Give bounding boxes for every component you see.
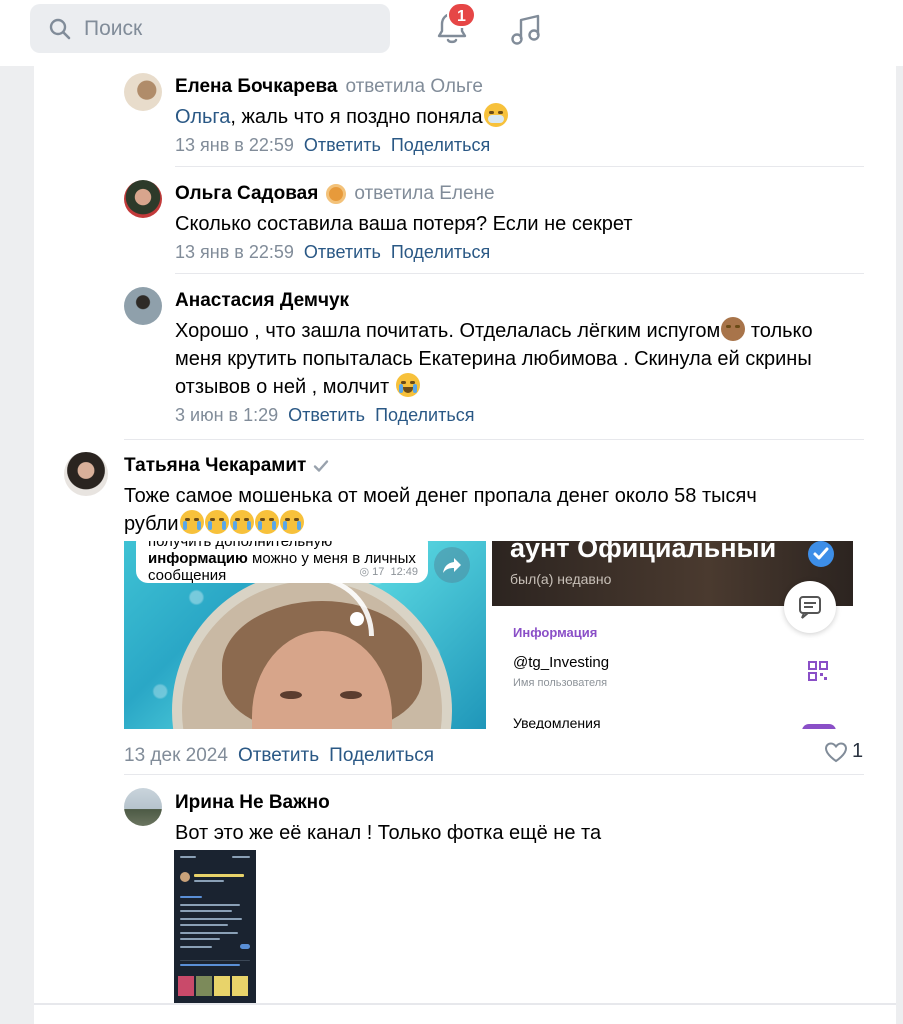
share-button[interactable]: Поделиться [391,135,490,155]
comment: Татьяна Чекарамит Тоже самое мошенька от… [124,455,757,538]
comment-date[interactable]: 13 янв в 22:59 [175,242,294,262]
comment: Анастасия Демчук Хорошо , что зашла почи… [175,290,813,426]
comment-text-line: Тоже самое мошенька от моей денег пропал… [124,485,757,507]
avatar[interactable] [124,788,162,826]
comment-text: Сколько составила ваша потеря? Если не с… [175,213,633,235]
reply-to[interactable]: ответила Елене [354,183,494,205]
comment-text-line: только [745,320,813,342]
pretzel-icon [326,184,347,204]
notifications-toggle [802,724,836,729]
username: @tg_Investing [513,654,610,671]
comment-author[interactable]: Ольга Садовая [175,183,318,205]
notifications-label: Уведомления [513,715,601,729]
reply-to[interactable]: ответила Ольге [345,76,483,98]
top-bar: Поиск 1 [0,0,903,66]
divider [175,273,864,274]
comment-author[interactable]: Елена Бочкарева [175,76,337,98]
attached-photo[interactable]: аунт Официальный был(а) недавно Информац… [492,541,853,729]
music-icon[interactable] [508,12,544,48]
bubble-time: 12:49 [390,566,418,578]
crying-emoji-icon [229,510,254,534]
attached-screenshot[interactable] [174,850,256,1004]
like-count: 1 [852,740,864,762]
comment-date[interactable]: 3 июн в 1:29 [175,405,278,425]
crying-emoji-icon [204,510,229,534]
comment-meta: 13 дек 2024 Ответить Поделиться [124,745,434,767]
attached-photo[interactable]: получить дополнительную информацию можно… [124,541,486,729]
profile-title: аунт Официальный [510,541,777,563]
mask-emoji-icon [483,103,508,127]
avatar[interactable] [124,180,162,218]
heart-icon [824,741,848,762]
comment-author[interactable]: Анастасия Демчук [175,290,349,312]
comment-text-line: меня крутить попыталась Екатерина любимо… [175,348,812,370]
comment: Ирина Не Важно Вот это же её канал ! Тол… [175,792,601,847]
reply-button[interactable]: Ответить [304,135,381,155]
avatar[interactable] [124,287,162,325]
comment-text-line: рубли [124,513,179,535]
see-no-evil-monkey-icon [721,317,746,341]
like-button[interactable]: 1 [824,740,863,763]
comment-author[interactable]: Татьяна Чекарамит [124,455,306,477]
profile-status: был(а) недавно [510,571,612,587]
share-button[interactable]: Поделиться [375,405,474,425]
info-label: Информация [513,625,598,640]
comment-text-line: отзывов о ней , молчит [175,376,395,398]
bubble-views: ◎ 17 [359,566,385,578]
avatar[interactable] [64,452,108,496]
tears-of-joy-emoji-icon [395,373,420,397]
comment: Елена Бочкарева ответила Ольге Ольга, жал… [175,76,508,156]
crying-emoji-icon [279,510,304,534]
search-placeholder: Поиск [84,16,143,40]
divider [175,166,864,167]
crying-emoji-icon [179,510,204,534]
comment-text-line: Хорошо , что зашла почитать. Отделалась … [175,320,721,342]
bubble-text: получить дополнительную [148,541,333,550]
comment-text: Вот это же её канал ! Только фотка ещё н… [175,822,602,844]
verified-icon [314,460,329,472]
divider [124,774,864,775]
avatar[interactable] [124,73,162,111]
chat-icon [784,581,836,633]
comment-author[interactable]: Ирина Не Важно [175,792,330,814]
comment-date[interactable]: 13 дек 2024 [124,745,228,766]
reply-button[interactable]: Ответить [304,242,381,262]
share-icon [434,547,470,583]
comment-text: , жаль что я поздно поняла [230,106,483,128]
verified-icon [808,541,834,567]
card-footer-divider [34,1003,896,1005]
bubble-bold-text: информацию [148,550,248,567]
qr-icon [808,661,828,681]
username-label: Имя пользователя [513,677,608,689]
reply-button[interactable]: Ответить [288,405,365,425]
notification-badge: 1 [447,2,476,28]
search-input[interactable]: Поиск [30,4,390,53]
search-icon [49,18,71,39]
comment-date[interactable]: 13 янв в 22:59 [175,135,294,155]
mention-link[interactable]: Ольга [175,106,230,128]
share-button[interactable]: Поделиться [329,745,434,766]
divider [124,439,864,440]
comment: Ольга Садовая ответила Елене Сколько сост… [175,183,632,263]
reply-button[interactable]: Ответить [238,745,319,766]
crying-emoji-icon [254,510,279,534]
chat-bubble: получить дополнительную информацию можно… [136,541,428,584]
share-button[interactable]: Поделиться [391,242,490,262]
